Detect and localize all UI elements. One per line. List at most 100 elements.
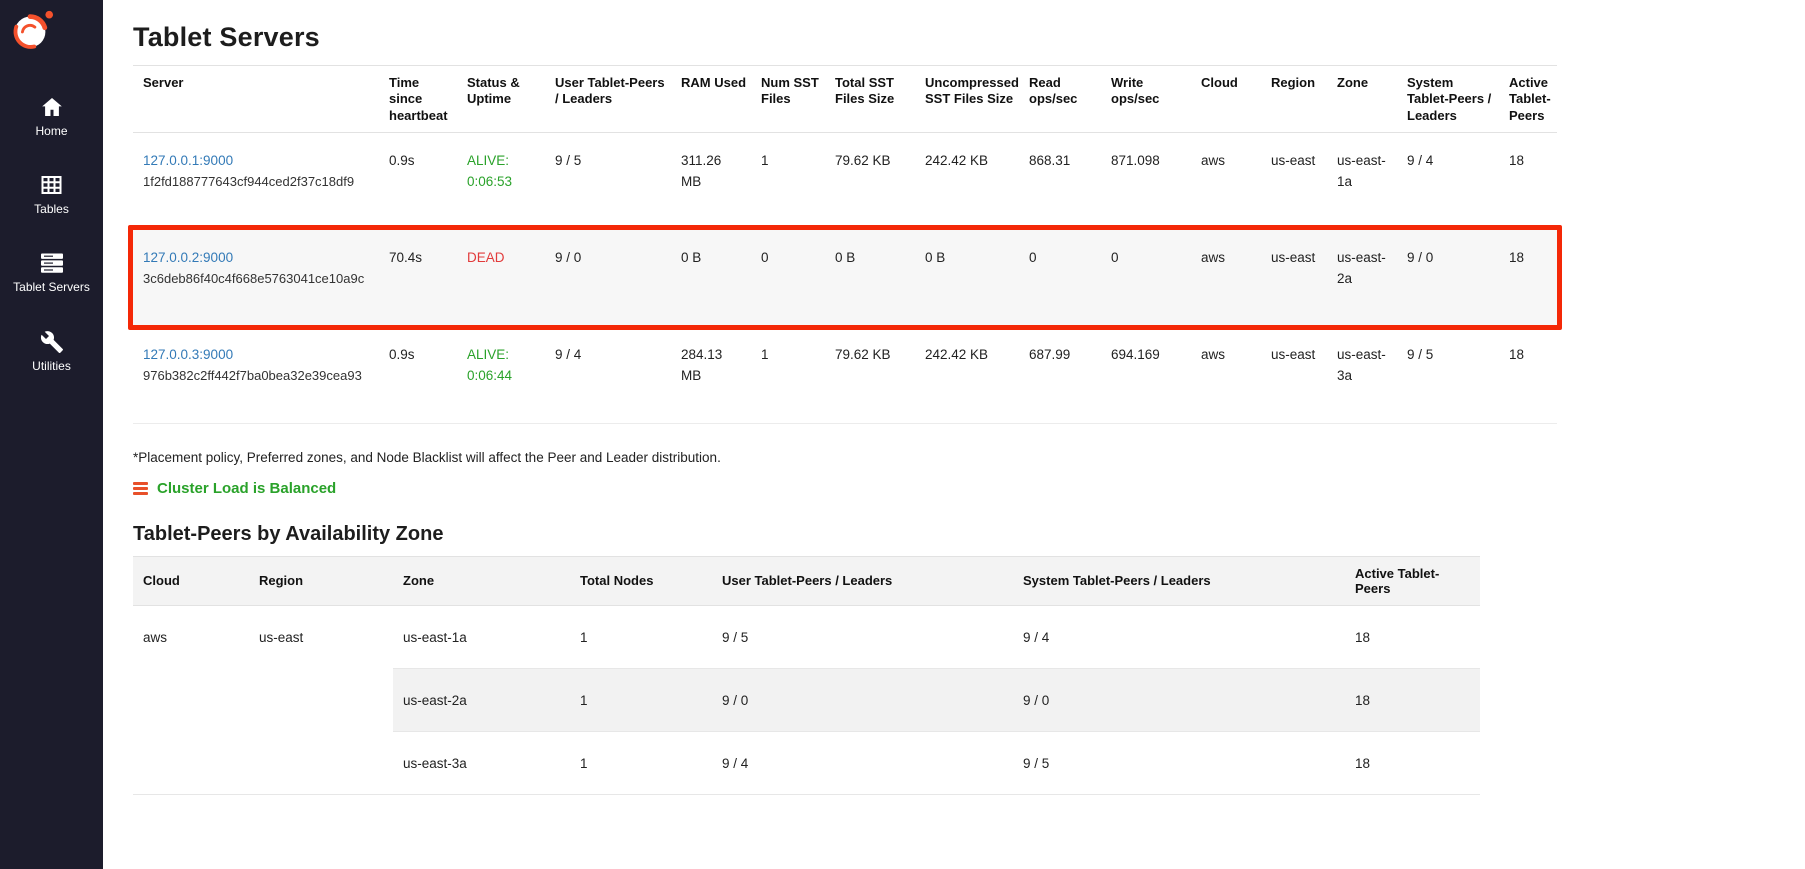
col-header-heartbeat: Time since heartbeat: [379, 66, 457, 133]
cell-active-peers: 18: [1345, 731, 1480, 794]
cell-system-peers: 9 / 5: [1013, 731, 1345, 794]
cell-write-ops: 694.169: [1101, 326, 1191, 423]
cell-system-peers: 9 / 5: [1397, 326, 1499, 423]
col-header-server: Server: [133, 66, 379, 133]
col-header-total-nodes: Total Nodes: [570, 556, 712, 605]
cell-write-ops: 0: [1101, 229, 1191, 326]
cell-heartbeat: 0.9s: [379, 326, 457, 423]
sidebar-item-label: Home: [35, 125, 67, 138]
cell-user-peers: 9 / 4: [712, 731, 1013, 794]
az-row: aws us-east us-east-1a 1 9 / 5 9 / 4 18: [133, 605, 1480, 668]
server-row: 127.0.0.2:9000 3c6deb86f40c4f668e5763041…: [133, 229, 1557, 326]
cell-heartbeat: 70.4s: [379, 229, 457, 326]
sidebar-item-utilities[interactable]: Utilities: [0, 329, 103, 373]
yugabyte-logo[interactable]: [10, 8, 54, 52]
cell-total-nodes: 1: [570, 668, 712, 731]
cell-active-peers: 18: [1499, 132, 1557, 229]
cell-user-peers: 9 / 5: [712, 605, 1013, 668]
col-header-zone: Zone: [1327, 66, 1397, 133]
cell-ram: 284.13 MB: [671, 326, 751, 423]
cell-active-peers: 18: [1499, 326, 1557, 423]
cell-read-ops: 0: [1019, 229, 1101, 326]
cell-cloud: aws: [133, 605, 249, 794]
az-table-header-row: Cloud Region Zone Total Nodes User Table…: [133, 556, 1480, 605]
cell-ram: 311.26 MB: [671, 132, 751, 229]
cell-write-ops: 871.098: [1101, 132, 1191, 229]
cell-total-sst: 79.62 KB: [825, 326, 915, 423]
cell-user-peers: 9 / 0: [545, 229, 671, 326]
tablet-servers-icon: [37, 250, 67, 276]
cell-server: 127.0.0.1:9000 1f2fd188777643cf944ced2f3…: [133, 132, 379, 229]
col-header-zone: Zone: [393, 556, 570, 605]
sidebar-item-tablet-servers[interactable]: Tablet Servers: [0, 250, 103, 294]
cell-num-sst: 1: [751, 326, 825, 423]
cell-total-nodes: 1: [570, 605, 712, 668]
yugabyte-logo-icon: [10, 8, 54, 52]
cell-ram: 0 B: [671, 229, 751, 326]
col-header-cloud: Cloud: [1191, 66, 1261, 133]
cell-read-ops: 868.31: [1019, 132, 1101, 229]
app-root: Home Tables: [0, 0, 1805, 869]
server-stack-icon: [133, 482, 148, 495]
sidebar-item-home[interactable]: Home: [0, 94, 103, 138]
cell-num-sst: 0: [751, 229, 825, 326]
col-header-status: Status & Uptime: [457, 66, 545, 133]
tables-icon: [37, 172, 67, 198]
col-header-read-ops: Read ops/sec: [1019, 66, 1101, 133]
cluster-balance-status: Cluster Load is Balanced: [133, 480, 1805, 497]
cell-server: 127.0.0.3:9000 976b382c2ff442f7ba0bea32e…: [133, 326, 379, 423]
server-address-link[interactable]: 127.0.0.2:9000: [143, 250, 233, 265]
cell-cloud: aws: [1191, 229, 1261, 326]
cell-uncompressed-sst: 242.42 KB: [915, 326, 1019, 423]
cell-active-peers: 18: [1345, 605, 1480, 668]
cell-region: us-east: [1261, 326, 1327, 423]
cell-num-sst: 1: [751, 132, 825, 229]
cell-zone: us-east-3a: [1327, 326, 1397, 423]
cell-heartbeat: 0.9s: [379, 132, 457, 229]
cell-cloud: aws: [1191, 326, 1261, 423]
servers-table-wrap: Server Time since heartbeat Status & Upt…: [133, 65, 1557, 424]
server-uuid: 976b382c2ff442f7ba0bea32e39cea93: [143, 366, 373, 386]
servers-table-header-row: Server Time since heartbeat Status & Upt…: [133, 66, 1557, 133]
col-header-active-peers: Active Tablet-Peers: [1499, 66, 1557, 133]
server-uuid: 1f2fd188777643cf944ced2f37c18df9: [143, 172, 373, 192]
cell-region: us-east: [249, 605, 393, 794]
cell-cloud: aws: [1191, 132, 1261, 229]
server-row: 127.0.0.1:9000 1f2fd188777643cf944ced2f3…: [133, 132, 1557, 229]
cell-total-sst: 79.62 KB: [825, 132, 915, 229]
cell-region: us-east: [1261, 132, 1327, 229]
cell-total-sst: 0 B: [825, 229, 915, 326]
az-section-title: Tablet-Peers by Availability Zone: [133, 523, 1805, 546]
col-header-system-peers: System Tablet-Peers / Leaders: [1013, 556, 1345, 605]
col-header-region: Region: [249, 556, 393, 605]
cell-region: us-east: [1261, 229, 1327, 326]
col-header-user-peers: User Tablet-Peers / Leaders: [545, 66, 671, 133]
col-header-region: Region: [1261, 66, 1327, 133]
server-uuid: 3c6deb86f40c4f668e5763041ce10a9c: [143, 269, 373, 289]
col-header-active-peers: Active Tablet-Peers: [1345, 556, 1480, 605]
cell-status: DEAD: [457, 229, 545, 326]
placement-footnote: *Placement policy, Preferred zones, and …: [133, 450, 1805, 465]
sidebar-item-label: Utilities: [32, 360, 71, 373]
col-header-user-peers: User Tablet-Peers / Leaders: [712, 556, 1013, 605]
cell-user-peers: 9 / 5: [545, 132, 671, 229]
cell-active-peers: 18: [1345, 668, 1480, 731]
cell-system-peers: 9 / 4: [1397, 132, 1499, 229]
cell-system-peers: 9 / 4: [1013, 605, 1345, 668]
az-table: Cloud Region Zone Total Nodes User Table…: [133, 556, 1480, 795]
col-header-uncompressed-sst: Uncompressed SST Files Size: [915, 66, 1019, 133]
col-header-cloud: Cloud: [133, 556, 249, 605]
cell-zone: us-east-2a: [393, 668, 570, 731]
col-header-num-sst: Num SST Files: [751, 66, 825, 133]
server-address-link[interactable]: 127.0.0.1:9000: [143, 153, 233, 168]
cell-system-peers: 9 / 0: [1013, 668, 1345, 731]
cell-server: 127.0.0.2:9000 3c6deb86f40c4f668e5763041…: [133, 229, 379, 326]
sidebar-item-tables[interactable]: Tables: [0, 172, 103, 216]
sidebar-item-label: Tables: [34, 203, 69, 216]
server-address-link[interactable]: 127.0.0.3:9000: [143, 347, 233, 362]
main-content: Tablet Servers Server Time since heartbe…: [103, 0, 1805, 869]
cell-status: ALIVE: 0:06:53: [457, 132, 545, 229]
sidebar-item-label: Tablet Servers: [13, 281, 90, 294]
cell-status: ALIVE: 0:06:44: [457, 326, 545, 423]
utilities-icon: [37, 329, 67, 355]
